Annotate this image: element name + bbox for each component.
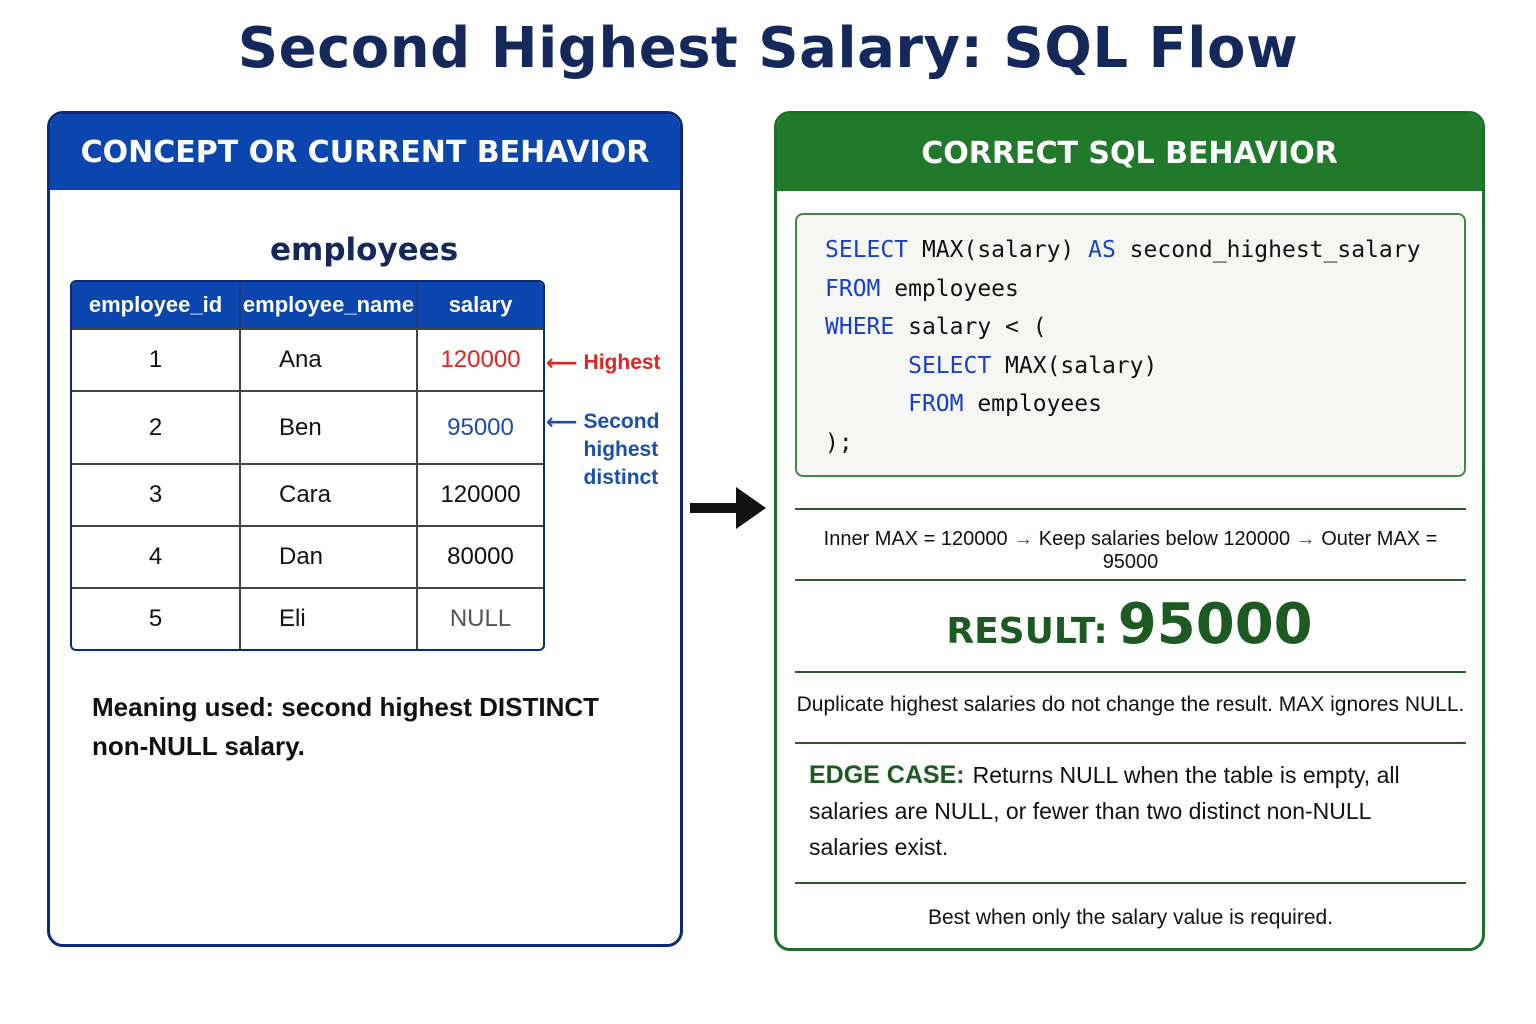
code-line: FROM employees [825, 275, 1019, 302]
right-arrow-icon [690, 487, 766, 529]
best-use-note: Best when only the salary value is requi… [927, 906, 1334, 929]
second-highest-annotation: ⟵ Second highest distinct [546, 408, 659, 492]
divider [795, 882, 1466, 884]
divider [795, 742, 1466, 744]
employee-id-cell: 5 [148, 605, 163, 632]
duplicate-note: Duplicate highest salaries do not change… [796, 693, 1465, 716]
meaning-note: Meaning used: second highest DISTINCT no… [92, 692, 600, 761]
table-title: employees [270, 232, 459, 268]
table-row: 1 Ana 120000 [72, 328, 543, 390]
highest-annotation: ⟵ Highest [546, 349, 661, 377]
divider [795, 671, 1466, 673]
employee-name-cell: Ana [239, 330, 416, 390]
result-label: RESULT: [946, 611, 1108, 652]
employee-id-cell: 2 [148, 413, 163, 441]
salary-cell: 95000 [416, 392, 543, 463]
code-line: SELECT MAX(salary) [908, 352, 1158, 379]
second-highest-label: Second highest distinct [583, 410, 660, 489]
column-header-employee-id: employee_id [88, 292, 223, 317]
salary-cell: 120000 [416, 330, 543, 390]
concept-panel-header: CONCEPT OR CURRENT BEHAVIOR [50, 114, 680, 190]
sql-panel: CORRECT SQL BEHAVIOR SELECT MAX(salary) … [774, 111, 1485, 951]
table-row: 5 Eli NULL [72, 587, 543, 649]
highest-label: Highest [583, 351, 661, 374]
result-value: 95000 [1117, 592, 1313, 657]
table-row: 3 Cara 120000 [72, 463, 543, 525]
employee-name-cell: Ben [239, 392, 416, 463]
employee-name-cell: Eli [239, 589, 416, 649]
left-arrow-icon: ⟵ [546, 409, 578, 434]
column-header-employee-name: employee_name [239, 282, 416, 328]
edge-case-label: EDGE CASE: [809, 761, 965, 789]
sql-code-block: SELECT MAX(salary) AS second_highest_sal… [795, 213, 1466, 477]
code-line: FROM employees [908, 391, 1102, 417]
divider [795, 508, 1466, 510]
evaluation-flow: Inner MAX = 120000 → Keep salaries below… [823, 528, 1438, 573]
table-row: 4 Dan 80000 [72, 525, 543, 587]
employee-name-cell: Cara [239, 465, 416, 525]
diagram-canvas: Second Highest Salary: SQL Flow CONCEPT … [0, 0, 1536, 1024]
left-arrow-icon: ⟵ [546, 350, 578, 375]
edge-case-note: EDGE CASE: Returns NULL when the table is… [809, 757, 1449, 865]
code-line: WHERE salary < ( [825, 314, 1047, 340]
employee-id-cell: 4 [148, 543, 163, 570]
salary-cell: 120000 [416, 465, 543, 525]
code-line: SELECT MAX(salary) AS second_highest_sal… [825, 237, 1421, 263]
right-arrow-icon: → [1013, 528, 1034, 550]
employee-name-cell: Dan [239, 527, 416, 587]
concept-panel: CONCEPT OR CURRENT BEHAVIOR employees em… [47, 111, 683, 947]
column-header-salary: salary [416, 282, 543, 328]
employee-id-cell: 3 [148, 481, 163, 508]
salary-cell: 80000 [416, 527, 543, 587]
table-header-row: employee_id employee_name salary [72, 282, 543, 328]
code-line: ); [825, 429, 853, 456]
employees-table: employee_id employee_name salary 1 Ana 1… [70, 280, 545, 651]
result: RESULT: 95000 [777, 592, 1482, 657]
right-arrow-icon: → [1295, 528, 1316, 550]
divider [795, 579, 1466, 581]
page-title: Second Highest Salary: SQL Flow [237, 16, 1299, 81]
employee-id-cell: 1 [148, 346, 163, 373]
salary-cell: NULL [416, 589, 543, 649]
table-row: 2 Ben 95000 [72, 390, 543, 463]
sql-panel-header: CORRECT SQL BEHAVIOR [777, 114, 1482, 191]
